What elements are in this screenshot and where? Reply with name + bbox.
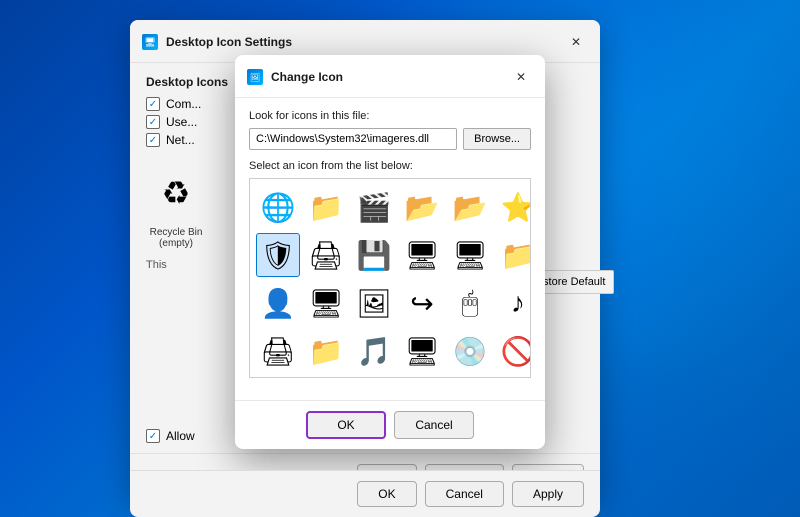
bg-dialog-title: Desktop Icon Settings [166, 35, 292, 49]
change-icon-dialog: 🖼 Change Icon ✕ Look for icons in this f… [235, 55, 545, 449]
change-icon-cancel-button[interactable]: Cancel [394, 411, 474, 439]
computer-checkbox[interactable] [146, 97, 160, 111]
user-label: Use... [166, 115, 197, 129]
icon-12[interactable]: 👤 [256, 281, 300, 325]
recycle-bin-icon: ♻ [146, 163, 206, 223]
icon-7[interactable]: 🖨 [304, 233, 348, 277]
user-checkbox[interactable] [146, 115, 160, 129]
icon-16[interactable]: 🖱 [448, 281, 492, 325]
icon-1[interactable]: 📁 [304, 185, 348, 229]
icon-3[interactable]: 📂 [400, 185, 444, 229]
icons-grid-container[interactable]: 🌐 📁 🎬 📂 📂 ⭐ 🛡 🖨 💾 🖥 🖥 📁 👤 🖥 🖼 ↪ 🖱 [249, 178, 531, 378]
icon-15[interactable]: ↪ [400, 281, 444, 325]
look-for-label: Look for icons in this file: [249, 110, 531, 122]
browse-button[interactable]: Browse... [463, 128, 531, 150]
icon-24[interactable]: 📦 [256, 377, 300, 378]
file-row: Browse... [249, 128, 531, 150]
recycle-bin-label: Recycle Bin(empty) [150, 227, 203, 249]
icon-21[interactable]: 🖥 [400, 329, 444, 373]
file-path-input[interactable] [249, 128, 457, 150]
change-icon-title: Change Icon [271, 70, 343, 84]
icon-13[interactable]: 🖥 [304, 281, 348, 325]
allow-checkbox[interactable] [146, 429, 160, 443]
change-icon-footer: OK Cancel [235, 400, 545, 449]
settings-title-icon: 🖥 [142, 34, 158, 50]
icon-6[interactable]: 🛡 [256, 233, 300, 277]
change-icon-close-button[interactable]: ✕ [509, 65, 533, 89]
icon-14[interactable]: 🖼 [352, 281, 396, 325]
bottom-cancel-button[interactable]: Cancel [425, 481, 504, 507]
icon-23[interactable]: 🚫 [496, 329, 531, 373]
icon-17[interactable]: ♪ [496, 281, 531, 325]
change-icon-title-icon: 🖼 [247, 69, 263, 85]
icon-10[interactable]: 🖥 [448, 233, 492, 277]
icon-5[interactable]: ⭐ [496, 185, 531, 229]
icon-2[interactable]: 🎬 [352, 185, 396, 229]
icon-22[interactable]: 💿 [448, 329, 492, 373]
icons-grid: 🌐 📁 🎬 📂 📂 ⭐ 🛡 🖨 💾 🖥 🖥 📁 👤 🖥 🖼 ↪ 🖱 [250, 179, 530, 378]
icon-8[interactable]: 💾 [352, 233, 396, 277]
recycle-bin-preview: ♻ Recycle Bin(empty) [146, 163, 206, 249]
icon-9[interactable]: 🖥 [400, 233, 444, 277]
icon-20[interactable]: 🎵 [352, 329, 396, 373]
network-label: Net... [166, 133, 195, 147]
network-checkbox[interactable] [146, 133, 160, 147]
select-icon-label: Select an icon from the list below: [249, 160, 531, 172]
change-icon-titlebar: 🖼 Change Icon ✕ [235, 55, 545, 98]
bottom-ok-button[interactable]: OK [357, 481, 416, 507]
bg-dialog-title-left: 🖥 Desktop Icon Settings [142, 34, 292, 50]
bottom-bar: OK Cancel Apply [130, 470, 600, 517]
icon-4[interactable]: 📂 [448, 185, 492, 229]
bg-dialog-close-button[interactable]: ✕ [564, 30, 588, 54]
icon-11[interactable]: 📁 [496, 233, 531, 277]
icon-19[interactable]: 📁 [304, 329, 348, 373]
bottom-apply-button[interactable]: Apply [512, 481, 584, 507]
change-icon-ok-button[interactable]: OK [306, 411, 386, 439]
icon-0[interactable]: 🌐 [256, 185, 300, 229]
change-icon-body: Look for icons in this file: Browse... S… [235, 98, 545, 400]
icon-18[interactable]: 🖨 [256, 329, 300, 373]
allow-label: Allow [166, 429, 195, 443]
change-icon-title-left: 🖼 Change Icon [247, 69, 343, 85]
computer-label: Com... [166, 97, 201, 111]
